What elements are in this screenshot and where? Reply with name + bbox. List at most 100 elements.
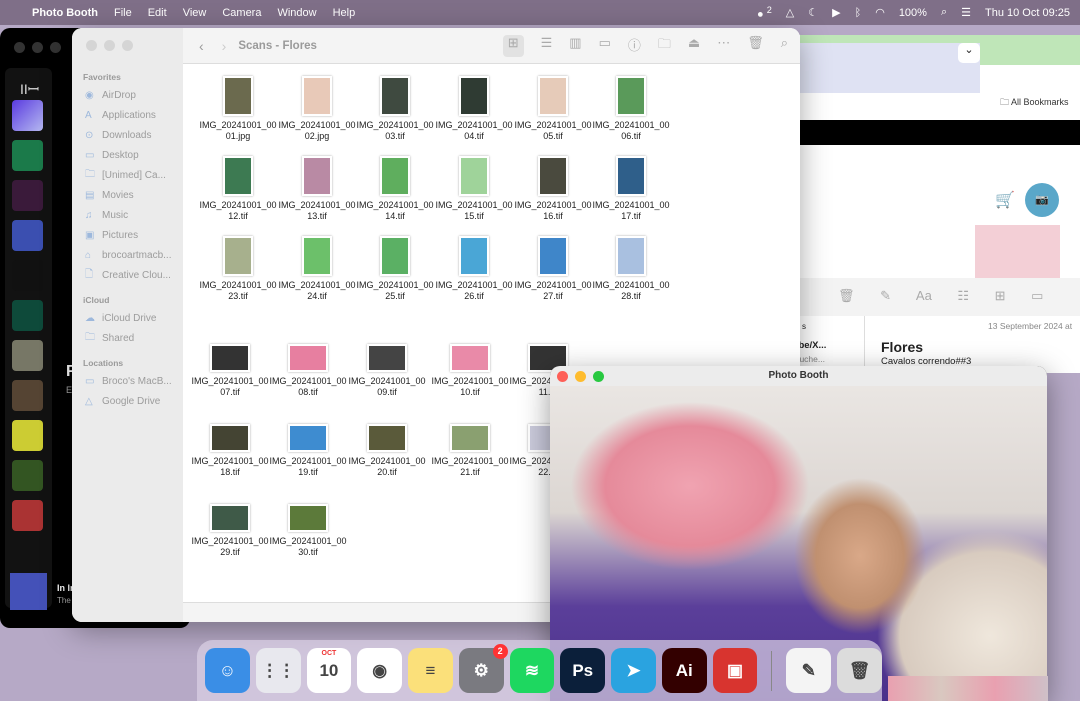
playlist-tile[interactable] xyxy=(12,380,43,411)
playlist-tile[interactable] xyxy=(12,220,43,251)
sidebar-item[interactable]: A Applications xyxy=(72,105,183,125)
more-actions-icon[interactable]: ⋯ xyxy=(717,35,730,57)
sidebar-item[interactable]: ◉ AirDrop xyxy=(72,85,183,105)
minimize-button[interactable] xyxy=(575,371,586,382)
sidebar-item[interactable]: ▣ Pictures xyxy=(72,225,183,245)
dock-app-photoshop[interactable]: Ps xyxy=(560,648,606,693)
list-view-icon[interactable]: ☰ xyxy=(541,35,553,57)
file-item[interactable]: IMG_20241001_0008.tif xyxy=(268,336,348,398)
sidebar-item[interactable]: ⌂ brocoartmacb... xyxy=(72,245,183,265)
dock-app-notes[interactable]: ≡ xyxy=(408,648,453,693)
sidebar-item[interactable]: 🗋 Creative Clou... xyxy=(72,265,183,285)
search-icon[interactable]: ⌕ xyxy=(941,6,947,19)
dock-app-launchpad[interactable]: ⋮⋮ xyxy=(255,648,301,693)
file-item[interactable]: IMG_20241001_0014.tif xyxy=(355,156,435,222)
file-item[interactable]: IMG_20241001_0007.tif xyxy=(190,336,270,398)
playlist-tile[interactable] xyxy=(12,420,43,451)
menu-edit[interactable]: Edit xyxy=(148,7,167,19)
sidebar-item[interactable]: ▤ Movies xyxy=(72,185,183,205)
dock-app-photo-booth[interactable]: ▣ xyxy=(712,648,758,693)
new-folder-icon[interactable]: 🗀 xyxy=(658,35,671,57)
minimize-button[interactable] xyxy=(104,40,115,51)
file-item[interactable]: IMG_20241001_0024.tif xyxy=(277,236,357,302)
sidebar-item[interactable]: ♫ Music xyxy=(72,205,183,225)
info-icon[interactable]: ⓘ xyxy=(628,35,641,57)
dock-app-chrome[interactable]: ◉ xyxy=(357,648,403,693)
dock-app-illustrator[interactable]: Ai xyxy=(661,648,707,693)
forward-icon[interactable]: › xyxy=(222,38,227,54)
sidebar-item[interactable]: ☁ iCloud Drive xyxy=(72,308,183,328)
drive-icon[interactable]: △ xyxy=(786,6,794,19)
play-icon[interactable]: ▶ xyxy=(832,6,840,19)
library-icon[interactable]: IIꟷ xyxy=(20,80,39,99)
dock-app-spotify[interactable]: ≋ xyxy=(509,648,555,693)
eject-icon[interactable]: ⏏ xyxy=(688,35,700,57)
dock-app-telegram[interactable]: ➤ xyxy=(611,648,656,693)
file-item[interactable]: IMG_20241001_0009.tif xyxy=(347,336,427,398)
playlist-tile[interactable] xyxy=(12,300,43,331)
playlist-tile[interactable] xyxy=(12,180,43,211)
sidebar-item[interactable]: △ Google Drive xyxy=(72,391,183,411)
playlist-tile[interactable] xyxy=(12,340,43,371)
file-item[interactable]: IMG_20241001_0018.tif xyxy=(190,416,270,478)
note-title[interactable]: Flores xyxy=(881,339,923,355)
file-item[interactable]: IMG_20241001_0021.tif xyxy=(430,416,510,478)
file-item[interactable]: IMG_20241001_0017.tif xyxy=(591,156,671,222)
notification-app-icon[interactable]: ● 2 xyxy=(757,5,772,21)
file-item[interactable]: IMG_20241001_0001.jpg xyxy=(198,76,278,142)
file-item[interactable]: IMG_20241001_0029.tif xyxy=(190,496,270,558)
menu-app-name[interactable]: Photo Booth xyxy=(32,7,98,19)
file-item[interactable]: IMG_20241001_0028.tif xyxy=(591,236,671,302)
file-item[interactable]: IMG_20241001_0003.tif xyxy=(355,76,435,142)
menu-window[interactable]: Window xyxy=(277,7,316,19)
zoom-button[interactable] xyxy=(593,371,604,382)
tab-search-chevron-icon[interactable]: ⌄ xyxy=(958,43,980,63)
file-item[interactable]: IMG_20241001_0025.tif xyxy=(355,236,435,302)
file-item[interactable]: IMG_20241001_0002.jpg xyxy=(277,76,357,142)
playlist-tile[interactable] xyxy=(12,500,43,531)
all-bookmarks[interactable]: 🗀 All Bookmarks xyxy=(1000,95,1069,111)
bookmark-tile[interactable] xyxy=(12,140,43,171)
sidebar-item[interactable]: ⊙ Downloads xyxy=(72,125,183,145)
now-playing-artist[interactable]: The xyxy=(57,596,71,605)
file-item[interactable]: IMG_20241001_0026.tif xyxy=(434,236,514,302)
column-view-icon[interactable]: ▥ xyxy=(569,35,581,57)
sidebar-item[interactable]: 🗀 Shared xyxy=(72,328,183,348)
file-item[interactable]: IMG_20241001_0005.tif xyxy=(513,76,593,142)
cart-icon[interactable]: 🛒 xyxy=(995,190,1015,210)
search-icon[interactable]: ⌕ xyxy=(781,35,788,57)
menu-file[interactable]: File xyxy=(114,7,132,19)
dock-app-system-settings[interactable]: ⚙ 2 xyxy=(458,644,508,693)
playlist-tile[interactable] xyxy=(12,460,43,491)
gallery-view-icon[interactable]: ▭ xyxy=(599,35,611,57)
trash-icon[interactable]: 🗑 xyxy=(747,35,764,57)
zoom-button[interactable] xyxy=(122,40,133,51)
file-item[interactable]: IMG_20241001_0013.tif xyxy=(277,156,357,222)
file-item[interactable]: IMG_20241001_0030.tif xyxy=(268,496,348,558)
dock-app-calendar[interactable]: OCT 10 xyxy=(306,648,352,693)
close-button[interactable] xyxy=(557,371,568,382)
close-button[interactable] xyxy=(86,40,97,51)
photo-strip-thumbnails[interactable] xyxy=(888,676,1048,701)
file-item[interactable]: IMG_20241001_0004.tif xyxy=(434,76,514,142)
control-center-icon[interactable]: ☰ xyxy=(961,6,971,19)
dock-app-trash[interactable]: 🗑 xyxy=(837,648,882,693)
menu-help[interactable]: Help xyxy=(333,7,356,19)
now-playing-art[interactable] xyxy=(10,573,47,610)
file-item[interactable]: IMG_20241001_0027.tif xyxy=(513,236,593,302)
playlist-tile[interactable] xyxy=(12,260,43,291)
sidebar-item[interactable]: 🗀 [Unimed] Ca... xyxy=(72,165,183,185)
menu-camera[interactable]: Camera xyxy=(222,7,261,19)
dock-app-finder[interactable]: ☺ xyxy=(205,648,250,693)
file-item[interactable]: IMG_20241001_0023.tif xyxy=(198,236,278,302)
sidebar-item[interactable]: ▭ Desktop xyxy=(72,145,183,165)
back-icon[interactable]: ‹ xyxy=(199,38,204,54)
icon-view-icon[interactable]: ⊞ xyxy=(502,34,524,57)
focus-moon-icon[interactable]: ☾ xyxy=(808,6,818,19)
file-item[interactable]: IMG_20241001_0019.tif xyxy=(268,416,348,478)
wifi-icon[interactable]: ◠ xyxy=(875,6,885,19)
battery-percent[interactable]: 100% xyxy=(899,7,927,19)
sidebar-item[interactable]: ▭ Broco's MacB... xyxy=(72,371,183,391)
file-item[interactable]: IMG_20241001_0006.tif xyxy=(591,76,671,142)
file-item[interactable]: IMG_20241001_0012.tif xyxy=(198,156,278,222)
